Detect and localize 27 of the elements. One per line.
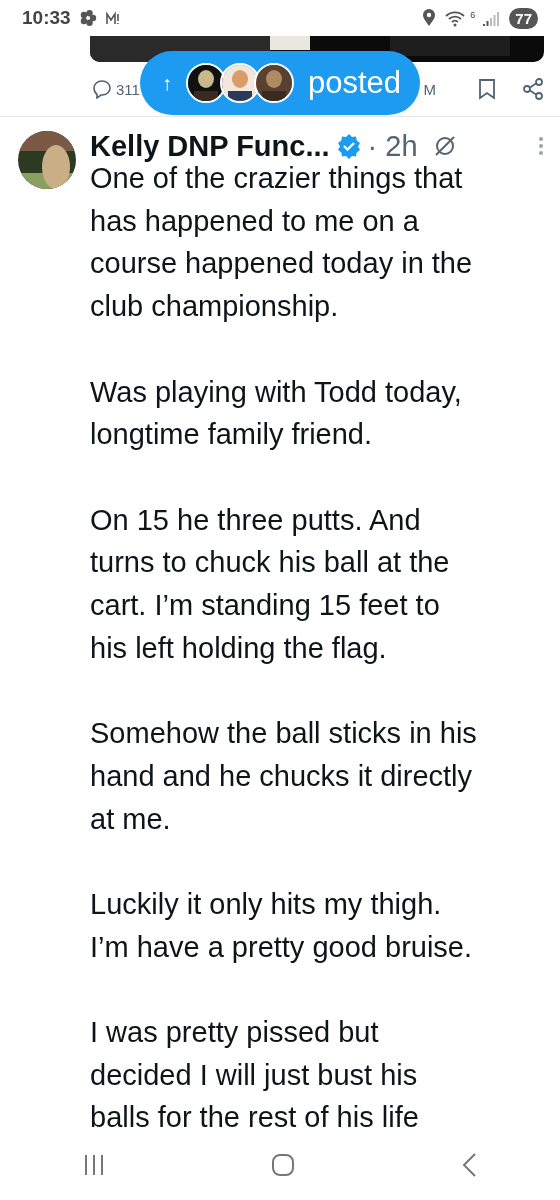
signal-icon [483, 10, 502, 26]
post-time: · 2h [367, 129, 418, 163]
location-icon [422, 9, 437, 27]
pill-label: posted [308, 65, 402, 101]
post-paragraph: Was playing with Todd today, longtime family friend. [90, 374, 463, 453]
post-paragraph: Somehow the ball sticks in his hand and he chucks it directly at me. [90, 716, 478, 837]
author-name[interactable]: Kelly DNP Func... [90, 129, 330, 163]
post-paragraph: On 15 he three putts. And turns to chuck his ball at the cart. I’m standing 15 feet to his left holding the flag. [90, 502, 451, 666]
clock: 10:33 [22, 7, 71, 29]
post-paragraph: One of the crazier things that has happened to me on a course happened today in the club championship. [90, 162, 474, 325]
network-label: 6 [470, 10, 476, 20]
view-count: M [423, 80, 436, 98]
reply-count: 311 [116, 80, 140, 98]
post-paragraph: I was pretty pissed but decided I will just bust his balls for the rest of his life [90, 1015, 420, 1130]
home-icon[interactable] [271, 1153, 295, 1177]
wifi-icon [444, 9, 467, 27]
share-icon[interactable] [522, 78, 544, 100]
more-icon[interactable] [538, 136, 544, 156]
flower-icon [78, 9, 97, 27]
bookmark-icon[interactable] [478, 78, 496, 100]
recent-apps-icon[interactable] [83, 1153, 105, 1177]
up-arrow: ↑ [162, 71, 172, 95]
reply-icon[interactable] [92, 79, 112, 99]
battery-level: 77 [509, 7, 538, 29]
back-icon[interactable] [461, 1152, 477, 1178]
post-paragraph: Luckily it only hits my thigh. I’m have a pretty good bruise. [90, 886, 474, 965]
m-icon [104, 10, 121, 26]
